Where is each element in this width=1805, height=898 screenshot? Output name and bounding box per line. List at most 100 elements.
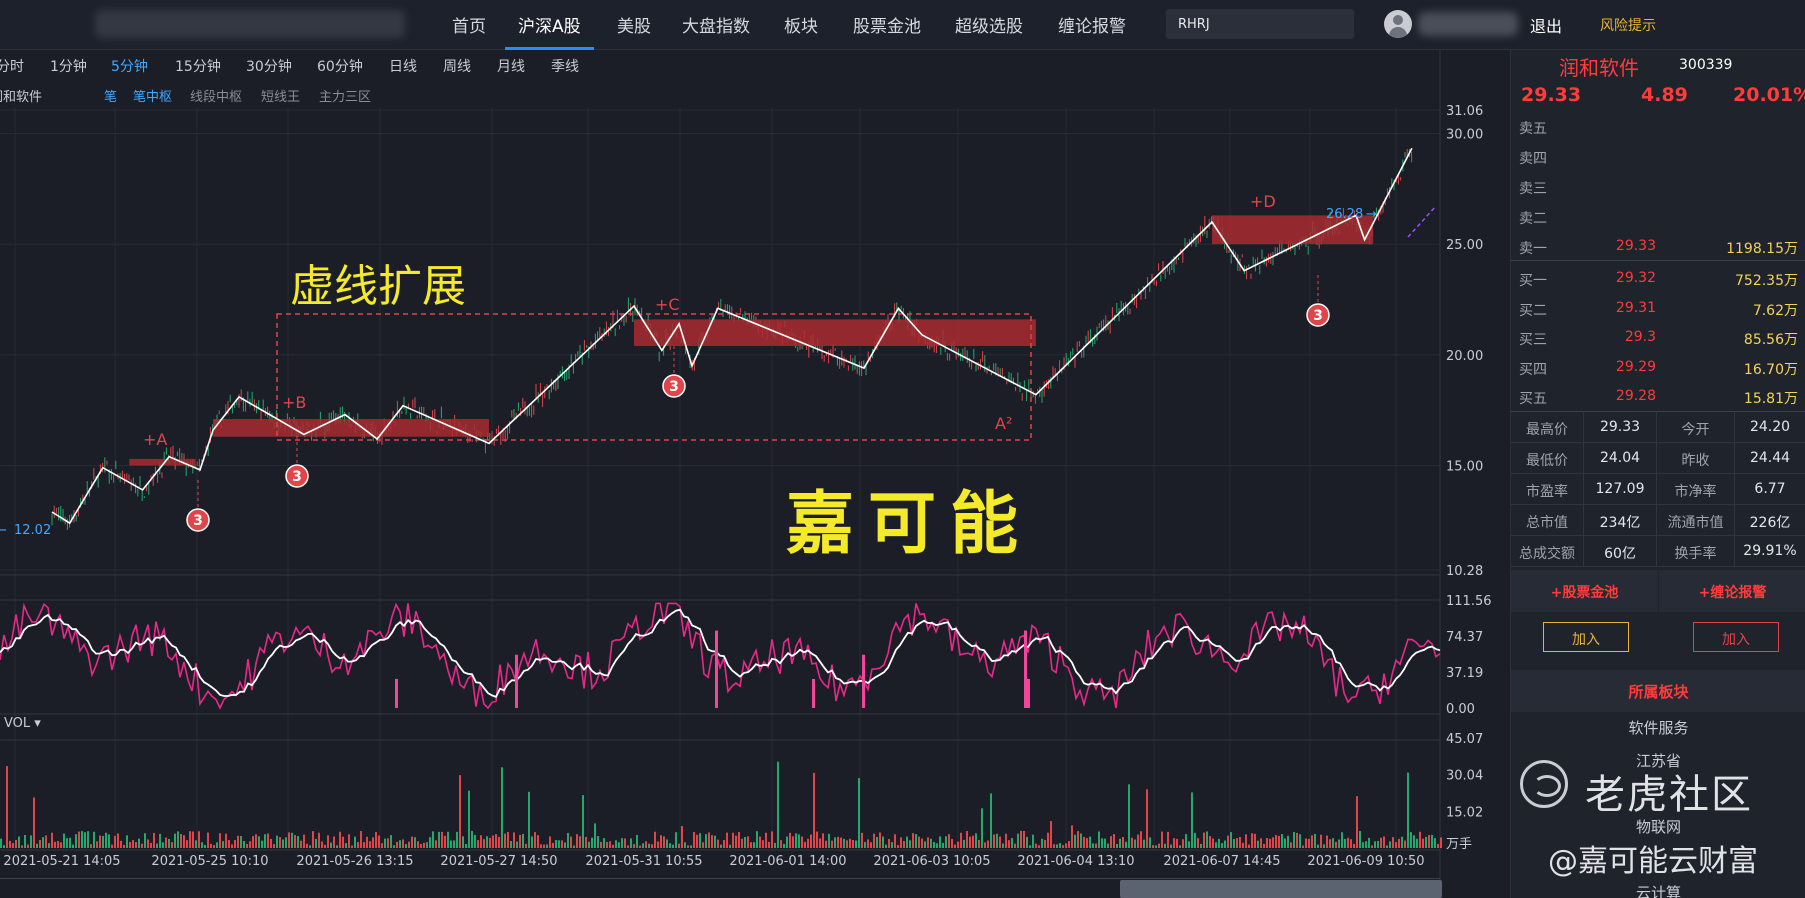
logout-link[interactable]: 退出 [1530,13,1562,37]
volume-bar [948,834,950,848]
volume-bar [1245,834,1247,848]
add-alarm-button[interactable]: 加入 [1693,622,1779,652]
watermark-brand: 老虎社区 [1585,772,1753,818]
volume-bar [1407,772,1409,848]
volume-bar [1281,833,1283,848]
volume-bar [453,840,455,848]
volume-bar [435,840,437,848]
volume-bar [1059,843,1061,848]
chan-alarm-button[interactable]: +缠论报警 [1659,570,1805,612]
volume-bar [936,843,938,848]
volume-bar [447,831,449,848]
volume-bar [1428,835,1430,848]
oscillator-bar [715,630,718,708]
volume-bar [1140,831,1142,848]
volume-bar [213,845,215,848]
volume-bar [156,843,158,848]
volume-bar [195,840,197,848]
volume-bar [873,833,875,848]
volume-bar [3,845,5,848]
volume-bar [1410,832,1412,848]
volume-bar [1026,836,1028,848]
price-axis-label: 10.28 [1446,564,1483,579]
volume-bar [819,838,821,848]
volume-bar [912,833,914,848]
volume-bar [1347,837,1349,848]
volume-bar [1323,844,1325,848]
kline-chart[interactable]: 31.0630.0025.0020.0015.0010.28 111.5674.… [0,0,1510,898]
volume-bar [132,840,134,848]
volume-bar [1131,837,1133,848]
volume-bar [1233,839,1235,848]
volume-bar [378,835,380,848]
volume-bar [753,842,755,848]
level-volume: 7.62万 [1752,302,1798,319]
volume-bar [591,837,593,848]
volume-bar [1122,836,1124,848]
scrollbar-track [0,878,1440,879]
volume-bar [1071,825,1073,848]
volume-bar [303,834,305,848]
stat-label: 最高价 [1511,412,1584,443]
sector-item[interactable]: 云计算 [1511,882,1805,898]
volume-bar [996,833,998,848]
level-price: 29.31 [1615,299,1656,316]
volume-bar [1185,834,1187,848]
risk-warning-link[interactable]: 风险提示 [1600,15,1656,35]
volume-bar [756,831,758,848]
volume-bar [615,840,617,848]
volume-bar [114,835,116,848]
oscillator-bar [515,654,518,708]
volume-bar [1170,844,1172,848]
volume-bar [1365,841,1367,848]
volume-bar [510,840,512,848]
volume-bar [567,832,569,848]
volume-bar [678,843,680,848]
level-label: 卖二 [1519,211,1547,227]
volume-bar [1161,831,1163,848]
volume-bar [135,842,137,848]
stock-pool-button[interactable]: +股票金池 [1511,570,1658,612]
volume-bar [93,831,95,848]
volume-bar [384,838,386,848]
volume-bar [1440,837,1442,848]
add-to-pool-button[interactable]: 加入 [1543,622,1629,652]
volume-bar [159,833,161,848]
volume-bar [744,836,746,848]
bid-level-row: 买五 29.28 15.81万 [1511,382,1805,411]
volume-bar [687,845,689,848]
ask-level-row: 卖一 29.33 1198.15万 [1511,232,1805,261]
volume-bar [21,845,23,848]
volume-bar [960,832,962,848]
level-volume: 1198.15万 [1726,241,1798,257]
volume-indicator-label[interactable]: VOL ▾ [4,716,41,731]
volume-bar [1020,830,1022,848]
volume-bar [234,840,236,848]
price-axis-label: 31.06 [1446,104,1483,119]
volume-bar [759,836,761,848]
volume-bar [288,832,290,848]
volume-bar [240,836,242,848]
volume-bar [405,844,407,848]
volume-bar [1341,832,1343,848]
volume-bar [312,831,314,848]
stat-value: 24.44 [1735,443,1805,474]
annotation-dashed-extension: 虚线扩展 [290,261,466,312]
volume-bar [189,831,191,848]
volume-bar [1113,834,1115,848]
price-axis-label: 25.00 [1446,238,1483,253]
volume-bar [762,840,764,848]
volume-bar [537,835,539,848]
volume-bar [126,835,128,848]
volume-bar [516,841,518,848]
volume-bar [282,839,284,848]
volume-bar [78,831,80,848]
ask-level-row: 卖三 [1511,172,1805,201]
volume-bar [1080,833,1082,848]
point-label-b: +B [282,393,306,412]
volume-bar [1029,845,1031,848]
volume-bar [630,838,632,848]
date-label: 2021-06-09 10:50 [1307,854,1424,869]
sector-item[interactable]: 软件服务 [1511,717,1805,738]
volume-bar [909,840,911,848]
